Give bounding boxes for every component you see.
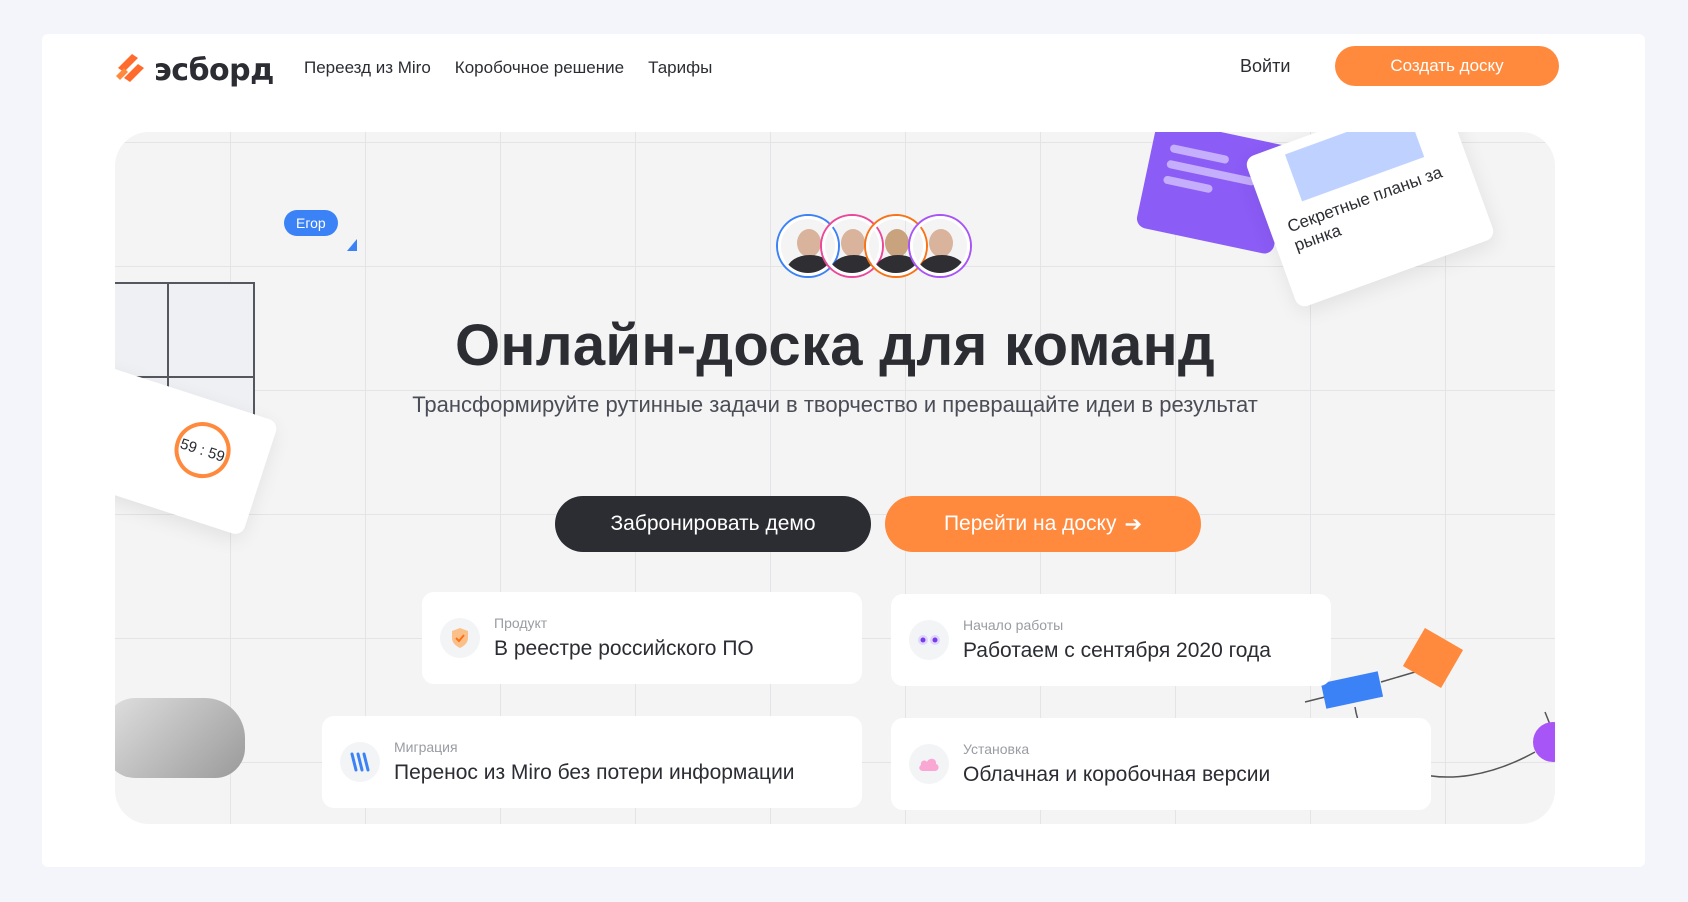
feature-value: Работаем с сентября 2020 года xyxy=(963,639,1271,662)
feature-label: Продукт xyxy=(494,615,548,631)
avatar-group xyxy=(778,216,970,276)
nav-pricing[interactable]: Тарифы xyxy=(648,58,712,78)
feature-label: Миграция xyxy=(394,739,458,755)
logo-mark-icon xyxy=(116,54,144,82)
logo-text: эсборд xyxy=(154,52,274,88)
feature-value: В реестре российского ПО xyxy=(494,637,754,660)
hero: Егор 59 : 59 Секретные планы за рынка Он… xyxy=(115,132,1555,824)
board-preview-card: Секретные планы за рынка xyxy=(1243,132,1497,310)
feature-card-since: Начало работы Работаем с сентября 2020 г… xyxy=(891,594,1331,686)
miro-icon xyxy=(340,742,380,782)
blob-shape xyxy=(115,698,245,778)
login-link[interactable]: Войти xyxy=(1240,56,1290,77)
arrow-right-icon: ➔ xyxy=(1124,512,1143,536)
logo[interactable]: эсборд xyxy=(114,46,274,94)
hero-subtitle: Трансформируйте рутинные задачи в творче… xyxy=(412,392,1258,417)
shield-check-icon xyxy=(440,618,480,658)
feature-label: Установка xyxy=(963,741,1030,757)
cursor-arrow-icon xyxy=(347,239,357,251)
book-demo-button[interactable]: Забронировать демо xyxy=(555,496,871,552)
header: эсборд Переезд из Miro Коробочное решени… xyxy=(42,34,1645,130)
hero-title: Онлайн-доска для команд xyxy=(454,313,1216,378)
nav-miro-migration[interactable]: Переезд из Miro xyxy=(304,58,431,78)
eyes-icon xyxy=(909,620,949,660)
avatar xyxy=(910,216,970,276)
cloud-icon xyxy=(909,744,949,784)
feature-card-migration: Миграция Перенос из Miro без потери инфо… xyxy=(322,716,862,808)
main-nav: Переезд из Miro Коробочное решение Тариф… xyxy=(304,58,712,78)
feature-value: Облачная и коробочная версии xyxy=(963,763,1271,786)
feature-value: Перенос из Miro без потери информации xyxy=(394,761,795,784)
create-board-button[interactable]: Создать доску xyxy=(1335,46,1559,86)
feature-card-install: Установка Облачная и коробочная версии xyxy=(891,718,1431,810)
cursor-label: Егор xyxy=(284,210,338,236)
go-to-board-label: Перейти на доску xyxy=(943,512,1117,535)
feature-card-registry: Продукт В реестре российского ПО xyxy=(422,592,862,684)
nav-boxed-solution[interactable]: Коробочное решение xyxy=(455,58,624,78)
go-to-board-button[interactable]: Перейти на доску ➔ xyxy=(885,496,1201,552)
timer-display: 59 : 59 xyxy=(167,414,238,486)
feature-label: Начало работы xyxy=(963,617,1064,633)
page: эсборд Переезд из Miro Коробочное решени… xyxy=(42,34,1645,867)
